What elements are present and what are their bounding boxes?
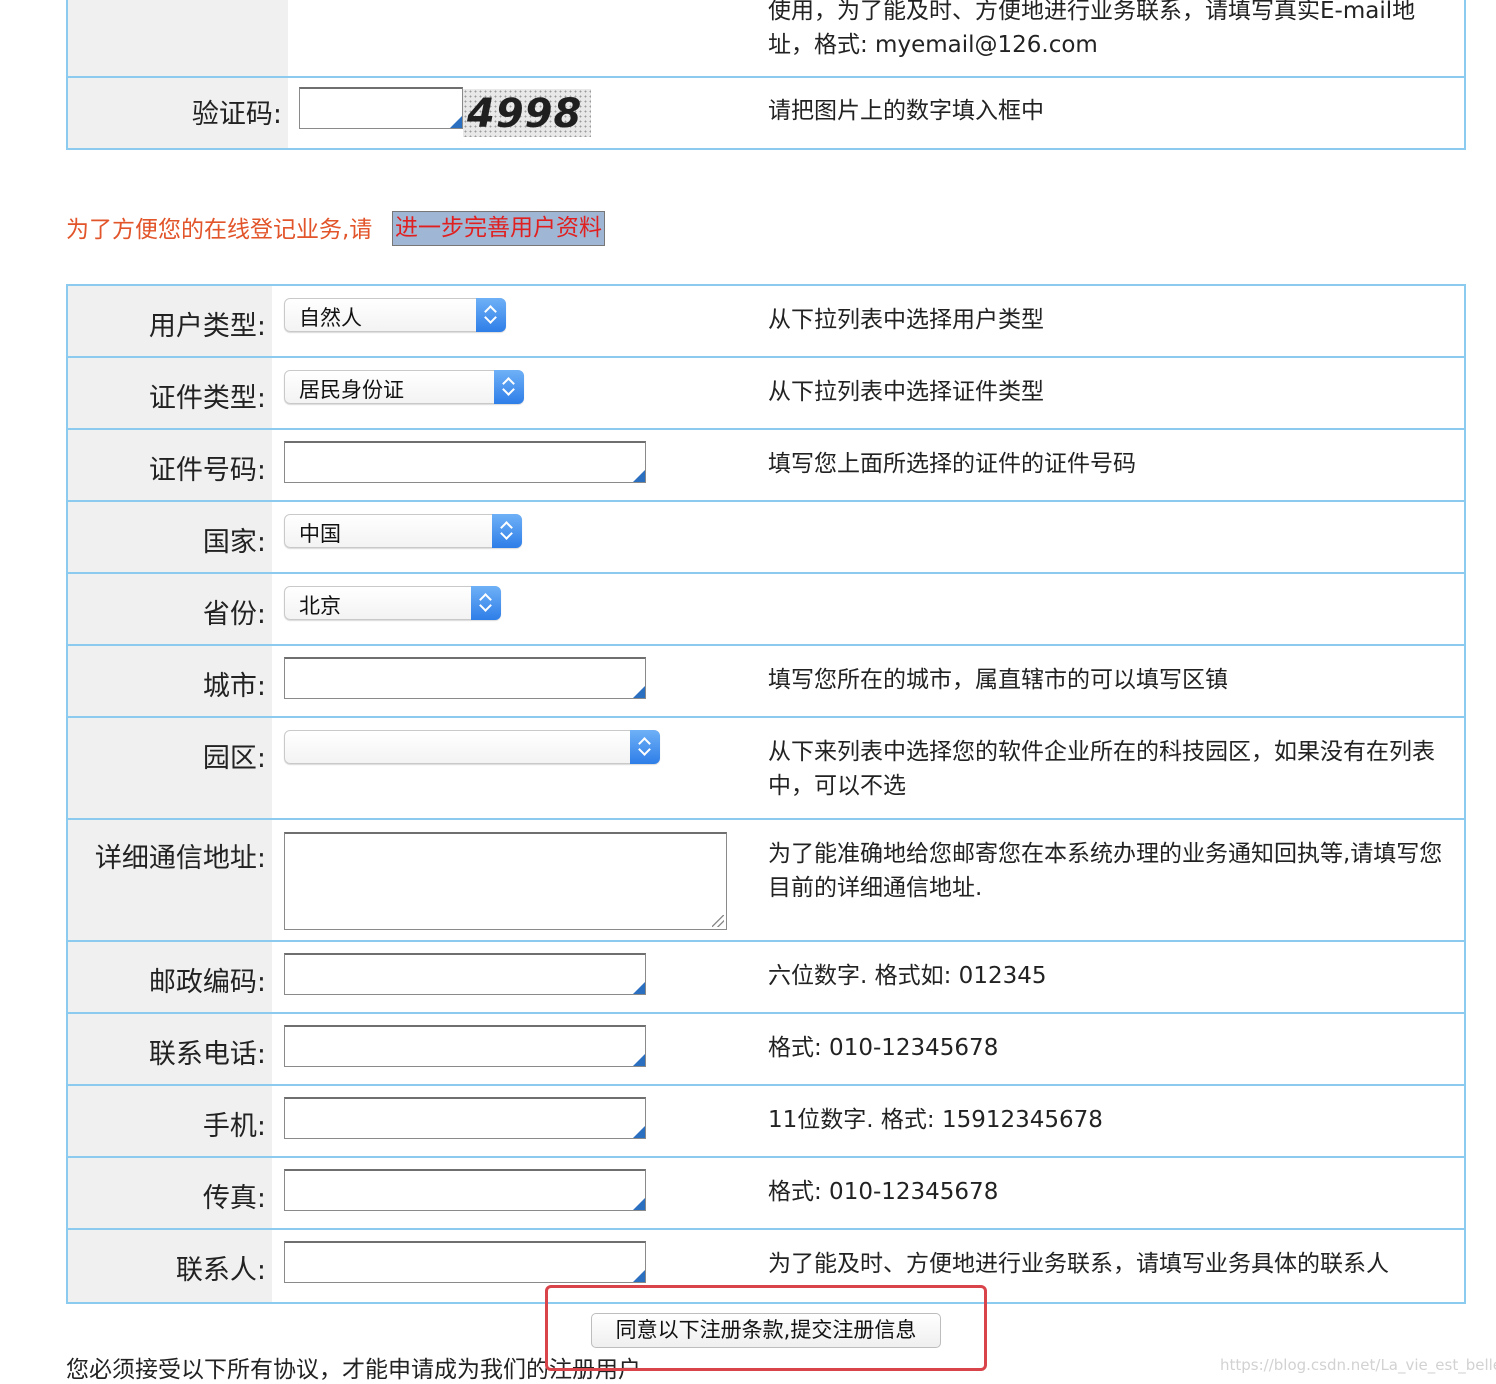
top-form-table: 使用，为了能及时、方便地进行业务联系，请填写真实E-mail地 址，格式: my… bbox=[66, 0, 1466, 150]
park-hint: 从下来列表中选择您的软件企业所在的科技园区，如果没有在列表中，可以不选 bbox=[768, 739, 1435, 799]
id-number-row: 证件号码: 填写您上面所选择的证件的证件号码 bbox=[68, 430, 1464, 502]
country-label: 国家: bbox=[202, 527, 266, 558]
main-form-table: 用户类型: 自然人 从下拉列表中选择用户类型 证件类型: 居民身份证 从下拉列表… bbox=[66, 284, 1466, 1304]
email-label-cell bbox=[68, 0, 288, 76]
id-number-label: 证件号码: bbox=[148, 455, 266, 486]
country-value: 中国 bbox=[299, 522, 341, 546]
user-type-value: 自然人 bbox=[299, 306, 362, 330]
fax-input[interactable] bbox=[284, 1169, 646, 1211]
resize-corner-icon bbox=[633, 470, 645, 482]
chevron-updown-icon bbox=[471, 586, 501, 620]
country-row: 国家: 中国 bbox=[68, 502, 1464, 574]
user-type-row: 用户类型: 自然人 从下拉列表中选择用户类型 bbox=[68, 286, 1464, 358]
chevron-updown-icon bbox=[476, 298, 506, 332]
id-type-hint: 从下拉列表中选择证件类型 bbox=[768, 379, 1044, 405]
watermark: https://blog.csdn.net/La_vie_est_belle bbox=[1220, 1356, 1496, 1374]
phone-label: 联系电话: bbox=[148, 1039, 266, 1070]
resize-corner-icon bbox=[633, 1054, 645, 1066]
postcode-hint: 六位数字. 格式如: 012345 bbox=[768, 963, 1047, 989]
id-type-select[interactable]: 居民身份证 bbox=[284, 370, 524, 404]
park-row: 园区: 从下来列表中选择您的软件企业所在的科技园区，如果没有在列表中，可以不选 bbox=[68, 718, 1464, 820]
resize-corner-icon bbox=[633, 1126, 645, 1138]
city-hint: 填写您所在的城市，属直辖市的可以填写区镇 bbox=[768, 667, 1228, 693]
id-number-hint: 填写您上面所选择的证件的证件号码 bbox=[768, 451, 1136, 477]
label-cell: 详细通信地址: bbox=[68, 820, 272, 940]
country-select[interactable]: 中国 bbox=[284, 514, 522, 548]
captcha-row: 验证码: 4998 请把图片上的数字填入框中 bbox=[68, 78, 1464, 148]
mobile-label: 手机: bbox=[202, 1111, 266, 1142]
label-cell: 联系人: bbox=[68, 1230, 272, 1302]
fax-row: 传真: 格式: 010-12345678 bbox=[68, 1158, 1464, 1230]
user-type-label: 用户类型: bbox=[148, 311, 266, 342]
address-label: 详细通信地址: bbox=[94, 843, 266, 874]
label-cell: 用户类型: bbox=[68, 286, 272, 356]
city-row: 城市: 填写您所在的城市，属直辖市的可以填写区镇 bbox=[68, 646, 1464, 718]
id-type-label: 证件类型: bbox=[148, 383, 266, 414]
resize-corner-icon bbox=[633, 982, 645, 994]
resize-corner-icon bbox=[633, 1270, 645, 1282]
fax-hint: 格式: 010-12345678 bbox=[768, 1179, 999, 1205]
label-cell: 传真: bbox=[68, 1158, 272, 1228]
postcode-input[interactable] bbox=[284, 953, 646, 995]
captcha-label-cell: 验证码: bbox=[68, 78, 288, 148]
user-type-hint: 从下拉列表中选择用户类型 bbox=[768, 307, 1044, 333]
resize-corner-icon bbox=[633, 686, 645, 698]
label-cell: 国家: bbox=[68, 502, 272, 572]
label-cell: 城市: bbox=[68, 646, 272, 716]
resize-corner-icon bbox=[633, 1198, 645, 1210]
park-label: 园区: bbox=[202, 743, 266, 774]
mobile-hint: 11位数字. 格式: 15912345678 bbox=[768, 1107, 1103, 1133]
phone-input[interactable] bbox=[284, 1025, 646, 1067]
email-hint-line1: 使用，为了能及时、方便地进行业务联系，请填写真实E-mail地 bbox=[768, 0, 1416, 24]
phone-row: 联系电话: 格式: 010-12345678 bbox=[68, 1014, 1464, 1086]
email-hint: 使用，为了能及时、方便地进行业务联系，请填写真实E-mail地 址，格式: my… bbox=[768, 0, 1458, 62]
label-cell: 联系电话: bbox=[68, 1014, 272, 1084]
label-cell: 证件号码: bbox=[68, 430, 272, 500]
chevron-updown-icon bbox=[630, 730, 660, 764]
address-row: 详细通信地址: 为了能准确地给您邮寄您在本系统办理的业务通知回执等,请填写您目前… bbox=[68, 820, 1464, 942]
profile-notice: 为了方便您的在线登记业务,请 bbox=[66, 217, 373, 243]
complete-profile-link[interactable]: 进一步完善用户资料 bbox=[392, 211, 605, 246]
address-textarea[interactable] bbox=[284, 832, 727, 930]
province-select[interactable]: 北京 bbox=[284, 586, 501, 620]
park-select[interactable] bbox=[284, 730, 660, 764]
user-type-select[interactable]: 自然人 bbox=[284, 298, 506, 332]
address-hint: 为了能准确地给您邮寄您在本系统办理的业务通知回执等,请填写您目前的详细通信地址. bbox=[768, 841, 1443, 901]
id-type-value: 居民身份证 bbox=[299, 378, 404, 402]
email-row: 使用，为了能及时、方便地进行业务联系，请填写真实E-mail地 址，格式: my… bbox=[68, 0, 1464, 78]
contact-label: 联系人: bbox=[175, 1255, 266, 1286]
label-cell: 省份: bbox=[68, 574, 272, 644]
captcha-image: 4998 bbox=[463, 89, 591, 137]
id-number-input[interactable] bbox=[284, 441, 646, 483]
phone-hint: 格式: 010-12345678 bbox=[768, 1035, 999, 1061]
resize-corner-icon bbox=[450, 116, 462, 128]
chevron-updown-icon bbox=[492, 514, 522, 548]
contact-hint: 为了能及时、方便地进行业务联系，请填写业务具体的联系人 bbox=[768, 1251, 1389, 1277]
postcode-row: 邮政编码: 六位数字. 格式如: 012345 bbox=[68, 942, 1464, 1014]
email-hint-line2: 址，格式: myemail@126.com bbox=[768, 32, 1098, 58]
city-input[interactable] bbox=[284, 657, 646, 699]
chevron-updown-icon bbox=[494, 370, 524, 404]
id-type-row: 证件类型: 居民身份证 从下拉列表中选择证件类型 bbox=[68, 358, 1464, 430]
label-cell: 园区: bbox=[68, 718, 272, 818]
city-label: 城市: bbox=[202, 671, 266, 702]
mobile-input[interactable] bbox=[284, 1097, 646, 1139]
fax-label: 传真: bbox=[202, 1183, 266, 1214]
label-cell: 邮政编码: bbox=[68, 942, 272, 1012]
postcode-label: 邮政编码: bbox=[148, 967, 266, 998]
resize-grip-icon[interactable] bbox=[712, 915, 724, 927]
label-cell: 证件类型: bbox=[68, 358, 272, 428]
highlight-box bbox=[545, 1285, 987, 1371]
province-label: 省份: bbox=[202, 599, 266, 630]
province-row: 省份: 北京 bbox=[68, 574, 1464, 646]
province-value: 北京 bbox=[299, 594, 341, 618]
mobile-row: 手机: 11位数字. 格式: 15912345678 bbox=[68, 1086, 1464, 1158]
captcha-hint: 请把图片上的数字填入框中 bbox=[768, 98, 1044, 124]
contact-input[interactable] bbox=[284, 1241, 646, 1283]
captcha-label: 验证码: bbox=[191, 99, 282, 130]
label-cell: 手机: bbox=[68, 1086, 272, 1156]
captcha-input[interactable] bbox=[299, 87, 463, 129]
